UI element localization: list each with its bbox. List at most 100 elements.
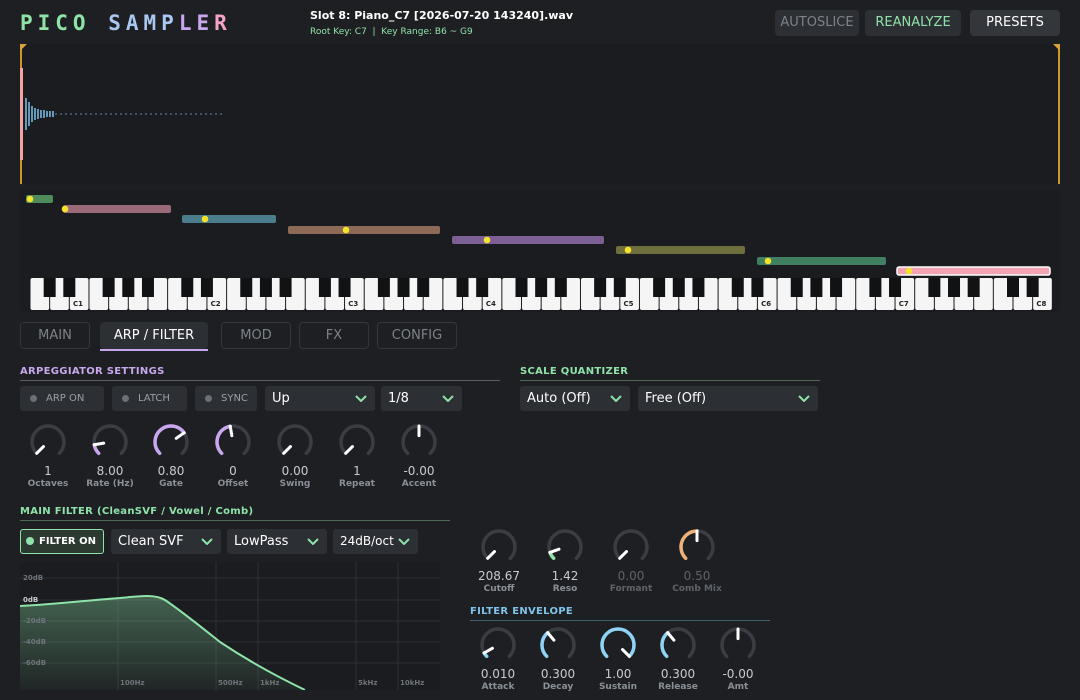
black-key[interactable] <box>122 278 135 297</box>
reanalyze-button[interactable]: REANALYZE <box>865 10 961 36</box>
black-key[interactable] <box>515 278 528 297</box>
black-key[interactable] <box>830 278 843 297</box>
filter-slope-select[interactable]: 24dB/oct <box>333 529 418 554</box>
key-zone[interactable] <box>63 205 171 213</box>
black-key[interactable] <box>653 278 666 297</box>
black-key[interactable] <box>535 278 548 297</box>
knob-label: Decay <box>542 682 574 692</box>
arp-mode-select[interactable]: Up <box>265 386 375 411</box>
root-key-marker[interactable] <box>342 226 350 234</box>
filter-knob-cutoff[interactable]: 208.67 Cutoff <box>469 527 529 596</box>
knob-label: Rate (Hz) <box>86 479 134 489</box>
root-key-marker[interactable] <box>61 205 69 213</box>
black-key[interactable] <box>613 278 626 297</box>
arp-knob-repeat[interactable]: 1 Repeat <box>327 422 387 491</box>
scale-type-select[interactable]: Free (Off) <box>638 386 818 411</box>
black-key[interactable] <box>692 278 705 297</box>
black-key[interactable] <box>181 278 194 297</box>
black-key[interactable] <box>397 278 410 297</box>
black-key[interactable] <box>554 278 567 297</box>
black-key[interactable] <box>948 278 961 297</box>
filter-knob-reso[interactable]: 1.42 Reso <box>535 527 595 596</box>
black-key[interactable] <box>751 278 764 297</box>
key-zone-editor[interactable]: C1 C2 C3 C4 C5 C6 C7 C8 <box>20 190 1060 312</box>
black-key[interactable] <box>338 278 351 297</box>
black-key[interactable] <box>594 278 607 297</box>
black-key[interactable] <box>672 278 685 297</box>
key-zone[interactable] <box>757 257 886 265</box>
black-key[interactable] <box>102 278 115 297</box>
key-zone[interactable] <box>616 246 745 254</box>
black-key[interactable] <box>318 278 331 297</box>
key-zone[interactable] <box>182 215 276 223</box>
filter-type-select[interactable]: Clean SVF <box>111 529 221 554</box>
arp-on-toggle[interactable]: ARP ON <box>20 386 104 411</box>
root-key-marker[interactable] <box>905 267 913 275</box>
autoslice-button[interactable]: AUTOSLICE <box>775 10 859 36</box>
black-key[interactable] <box>417 278 430 297</box>
graph-x-label: 100Hz <box>120 679 145 687</box>
arp-knob-accent[interactable]: -0.00 Accent <box>389 422 449 491</box>
black-key[interactable] <box>279 278 292 297</box>
arp-knob-swing[interactable]: 0.00 Swing <box>265 422 325 491</box>
scale-root-select[interactable]: Auto (Off) <box>520 386 630 411</box>
black-key[interactable] <box>141 278 154 297</box>
env-knob-release[interactable]: 0.300 Release <box>648 625 708 694</box>
black-key[interactable] <box>43 278 56 297</box>
arp-knob-gate[interactable]: 0.80 Gate <box>141 422 201 491</box>
black-key[interactable] <box>200 278 213 297</box>
tab-main[interactable]: MAIN <box>20 322 90 349</box>
black-key[interactable] <box>928 278 941 297</box>
root-key-marker[interactable] <box>26 195 34 203</box>
black-key[interactable] <box>1026 278 1039 297</box>
env-knob-attack[interactable]: 0.010 Attack <box>468 625 528 694</box>
black-key[interactable] <box>810 278 823 297</box>
filter-response-graph[interactable]: 20dB 0dB -20dB -40dB -60dB 100Hz 500Hz 1… <box>20 562 440 690</box>
black-key[interactable] <box>63 278 76 297</box>
black-key[interactable] <box>731 278 744 297</box>
arp-knob-octaves[interactable]: 1 Octaves <box>18 422 78 491</box>
filter-knob-comb-mix[interactable]: 0.50 Comb Mix <box>667 527 727 596</box>
filter-knob-formant[interactable]: 0.00 Formant <box>601 527 661 596</box>
env-knob-sustain[interactable]: 1.00 Sustain <box>588 625 648 694</box>
arp-rate-select[interactable]: 1/8 <box>381 386 462 411</box>
tab-config[interactable]: CONFIG <box>377 322 457 349</box>
waveform-display[interactable] <box>20 44 1060 184</box>
latch-toggle[interactable]: LATCH <box>112 386 187 411</box>
arp-knob-rate-hz[interactable]: 8.00 Rate (Hz) <box>80 422 140 491</box>
root-key-marker[interactable] <box>764 257 772 265</box>
filter-on-toggle[interactable]: FILTER ON <box>20 529 104 554</box>
presets-button[interactable]: PRESETS <box>970 10 1060 36</box>
knob-value: 0.80 <box>157 464 185 478</box>
end-marker[interactable] <box>1053 44 1060 51</box>
black-key[interactable] <box>889 278 902 297</box>
black-key[interactable] <box>240 278 253 297</box>
start-marker[interactable] <box>20 44 27 51</box>
octave-label: C8 <box>1036 300 1046 308</box>
black-key[interactable] <box>1007 278 1019 297</box>
key-zone[interactable] <box>896 266 1051 276</box>
black-key[interactable] <box>790 278 803 297</box>
black-key[interactable] <box>476 278 489 297</box>
zone-map[interactable]: C1 C2 C3 C4 C5 C6 C7 C8 <box>20 190 1060 312</box>
root-key-marker[interactable] <box>483 236 491 244</box>
env-knob-amt[interactable]: -0.00 Amt <box>708 625 768 694</box>
root-key-marker[interactable] <box>201 215 209 223</box>
key-zone[interactable] <box>288 226 440 234</box>
black-key[interactable] <box>967 278 980 297</box>
tab-mod[interactable]: MOD <box>221 322 291 349</box>
arp-knob-offset[interactable]: 0 Offset <box>203 422 263 491</box>
graph-y-label: -40dB <box>23 638 46 646</box>
black-key[interactable] <box>259 278 272 297</box>
tab-fx[interactable]: FX <box>299 322 369 349</box>
filter-mode-select[interactable]: LowPass <box>227 529 327 554</box>
sync-toggle[interactable]: SYNC <box>195 386 257 411</box>
black-key[interactable] <box>869 278 882 297</box>
black-key[interactable] <box>377 278 390 297</box>
root-key-marker[interactable] <box>624 246 632 254</box>
key-zone[interactable] <box>452 236 604 244</box>
black-key[interactable] <box>456 278 469 297</box>
knob-label: Octaves <box>27 479 69 489</box>
tab-arp-filter[interactable]: ARP / FILTER <box>100 322 208 349</box>
env-knob-decay[interactable]: 0.300 Decay <box>528 625 588 694</box>
